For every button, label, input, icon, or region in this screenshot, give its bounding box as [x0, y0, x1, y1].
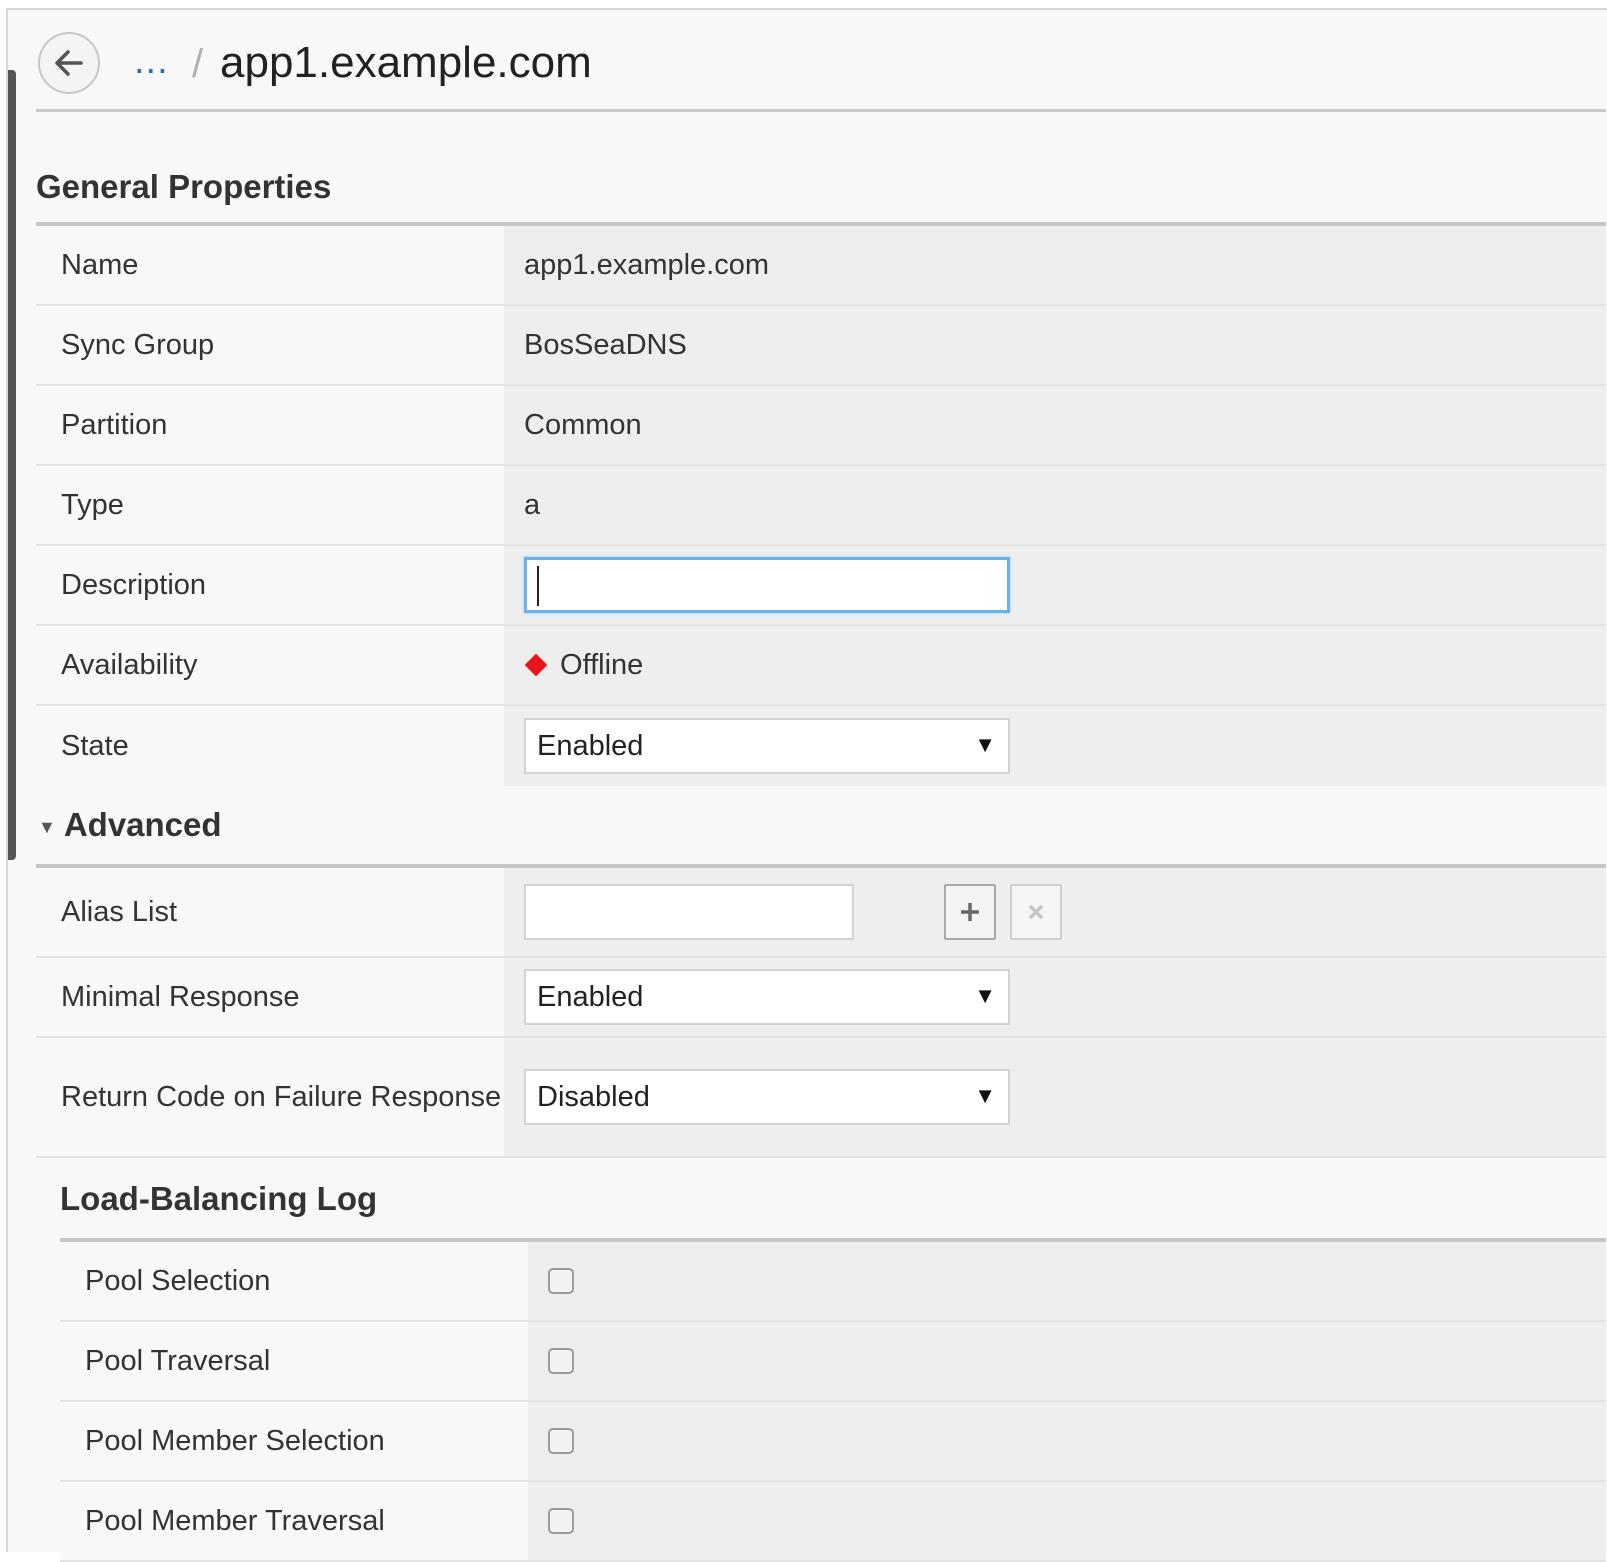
- breadcrumb-separator: /: [192, 42, 204, 86]
- name-value: app1.example.com: [504, 226, 1606, 304]
- state-select[interactable]: Enabled ▼: [524, 718, 1010, 774]
- back-button[interactable]: [38, 32, 100, 94]
- row-availability: Availability Offline: [36, 626, 1606, 706]
- minimal-response-select[interactable]: Enabled ▼: [524, 969, 1010, 1025]
- back-arrow-icon: [55, 50, 83, 76]
- minimal-response-cell: Enabled ▼: [504, 958, 1606, 1036]
- advanced-toggle[interactable]: ▼ Advanced: [36, 806, 1606, 868]
- pool-traversal-cell: [528, 1322, 1606, 1400]
- page-header: ... / app1.example.com: [36, 24, 1606, 112]
- section-title-text: General Properties: [36, 168, 332, 205]
- text-caret: [537, 566, 539, 606]
- minimal-response-label: Minimal Response: [36, 958, 504, 1036]
- return-code-select-value: Disabled: [537, 1080, 650, 1113]
- general-properties-table: Name app1.example.com Sync Group BosSeaD…: [36, 226, 1606, 786]
- row-name: Name app1.example.com: [36, 226, 1606, 306]
- pool-selection-cell: [528, 1242, 1606, 1320]
- type-label: Type: [36, 466, 504, 544]
- name-label: Name: [36, 226, 504, 304]
- pool-member-traversal-label: Pool Member Traversal: [60, 1482, 528, 1560]
- sync-group-value: BosSeaDNS: [504, 306, 1606, 384]
- pool-selection-checkbox[interactable]: [548, 1268, 574, 1294]
- availability-value: Offline: [560, 648, 644, 681]
- load-balancing-log-heading: Load-Balancing Log: [60, 1180, 1606, 1242]
- sync-group-label: Sync Group: [36, 306, 504, 384]
- row-pool-selection: Pool Selection: [60, 1242, 1606, 1322]
- x-icon: [1028, 904, 1044, 920]
- pool-selection-label: Pool Selection: [60, 1242, 528, 1320]
- pool-traversal-label: Pool Traversal: [60, 1322, 528, 1400]
- add-alias-button[interactable]: [944, 884, 996, 940]
- minimal-response-select-value: Enabled: [537, 980, 644, 1013]
- pool-traversal-checkbox[interactable]: [548, 1348, 574, 1374]
- row-pool-traversal: Pool Traversal: [60, 1322, 1606, 1402]
- row-pool-member-selection: Pool Member Selection: [60, 1402, 1606, 1482]
- pool-member-selection-cell: [528, 1402, 1606, 1480]
- general-properties-heading: General Properties: [36, 168, 1606, 226]
- pool-member-traversal-checkbox[interactable]: [548, 1508, 574, 1534]
- return-code-label: Return Code on Failure Response: [36, 1038, 504, 1156]
- dropdown-arrow-icon: ▼: [974, 732, 996, 757]
- state-cell: Enabled ▼: [504, 706, 1606, 786]
- collapse-triangle-icon: ▼: [38, 816, 56, 837]
- description-cell: [504, 546, 1606, 624]
- type-value: a: [504, 466, 1606, 544]
- row-alias-list: Alias List: [36, 868, 1606, 958]
- load-balancing-log-table: Pool Selection Pool Traversal Pool Membe…: [60, 1242, 1606, 1562]
- row-minimal-response: Minimal Response Enabled ▼: [36, 958, 1606, 1038]
- row-partition: Partition Common: [36, 386, 1606, 466]
- availability-cell: Offline: [504, 626, 1606, 704]
- advanced-title: Advanced: [63, 806, 222, 843]
- description-label: Description: [36, 546, 504, 624]
- state-select-value: Enabled: [537, 729, 644, 762]
- lb-log-title: Load-Balancing Log: [60, 1180, 378, 1217]
- pool-member-selection-label: Pool Member Selection: [60, 1402, 528, 1480]
- alias-list-cell: [504, 868, 1606, 956]
- dropdown-arrow-icon: ▼: [974, 983, 996, 1008]
- advanced-table: Alias List Minimal Response Enabled ▼ Re…: [36, 868, 1606, 1158]
- alias-list-input[interactable]: [524, 884, 854, 940]
- availability-label: Availability: [36, 626, 504, 704]
- alias-list-label: Alias List: [36, 868, 504, 956]
- breadcrumb-ellipsis-link[interactable]: ...: [134, 40, 169, 83]
- offline-status-icon: [524, 653, 548, 677]
- plus-icon: [961, 903, 979, 921]
- description-input[interactable]: [524, 557, 1010, 613]
- pool-member-traversal-cell: [528, 1482, 1606, 1560]
- return-code-select[interactable]: Disabled ▼: [524, 1069, 1010, 1125]
- row-pool-member-traversal: Pool Member Traversal: [60, 1482, 1606, 1562]
- remove-alias-button[interactable]: [1010, 884, 1062, 940]
- state-label: State: [36, 706, 504, 786]
- page-title: app1.example.com: [220, 38, 592, 87]
- row-state: State Enabled ▼: [36, 706, 1606, 786]
- partition-value: Common: [504, 386, 1606, 464]
- left-scroll-edge[interactable]: [8, 70, 16, 860]
- dropdown-arrow-icon: ▼: [974, 1083, 996, 1108]
- partition-label: Partition: [36, 386, 504, 464]
- pool-member-selection-checkbox[interactable]: [548, 1428, 574, 1454]
- row-description: Description: [36, 546, 1606, 626]
- return-code-cell: Disabled ▼: [504, 1038, 1606, 1156]
- row-type: Type a: [36, 466, 1606, 546]
- row-sync-group: Sync Group BosSeaDNS: [36, 306, 1606, 386]
- row-return-code: Return Code on Failure Response Disabled…: [36, 1038, 1606, 1158]
